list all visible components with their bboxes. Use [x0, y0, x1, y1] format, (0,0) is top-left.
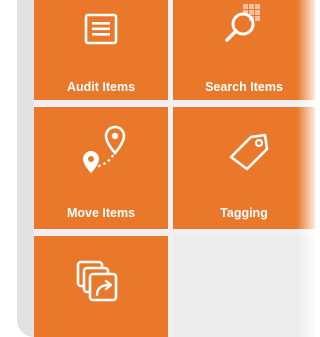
copy-share-tile[interactable] [34, 236, 168, 337]
tagging-tile[interactable]: Tagging [173, 107, 315, 229]
empty-grid-cell [173, 236, 315, 337]
move-items-label: Move Items [66, 206, 136, 220]
side-rail [17, 0, 34, 337]
audit-items-label: Audit Items [66, 80, 136, 94]
audit-items-tile[interactable]: Audit Items [34, 0, 168, 100]
tagging-label: Tagging [220, 206, 268, 220]
search-items-label: Search Items [205, 80, 283, 94]
tag-icon [229, 133, 269, 171]
search-icon [225, 4, 260, 42]
move-items-tile[interactable]: Move Items [34, 107, 168, 229]
right-edge-fade [297, 0, 315, 337]
menu-grid: Audit Items Search Items Move Items Tagg… [34, 0, 315, 337]
search-items-tile[interactable]: Search Items [173, 0, 315, 100]
list-icon [84, 13, 118, 45]
copy-share-icon [76, 260, 118, 302]
location-pin-icon [83, 125, 126, 173]
